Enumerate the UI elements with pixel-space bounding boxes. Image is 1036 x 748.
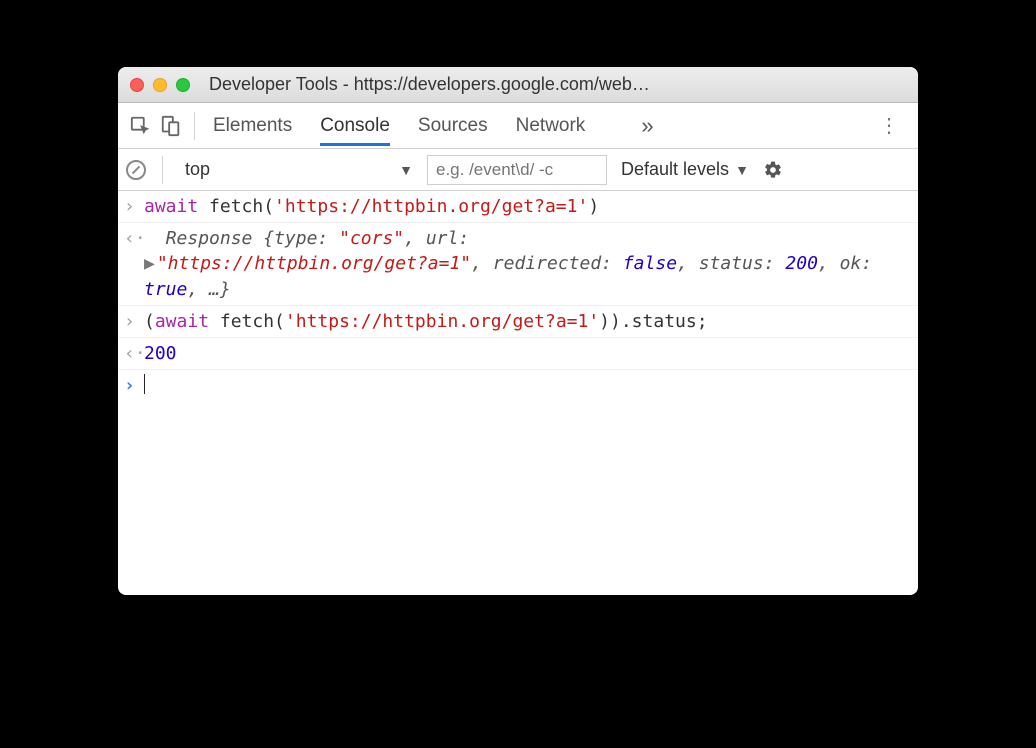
tab-list: Elements Console Sources Network » [203, 105, 654, 146]
titlebar[interactable]: Developer Tools - https://developers.goo… [118, 67, 918, 103]
console-code: await fetch('https://httpbin.org/get?a=1… [144, 194, 910, 219]
console-result[interactable]: Response {type: "cors", url:▶"https://ht… [144, 226, 910, 302]
console-toolbar: top ▼ Default levels ▼ [118, 149, 918, 191]
tab-sources[interactable]: Sources [418, 105, 488, 146]
output-chevron-icon: ‹· [124, 226, 144, 302]
window-title: Developer Tools - https://developers.goo… [209, 74, 906, 95]
tab-elements[interactable]: Elements [213, 105, 292, 146]
tab-network[interactable]: Network [516, 105, 586, 146]
clear-console-icon[interactable] [126, 160, 146, 180]
minimize-icon[interactable] [153, 78, 167, 92]
menu-icon[interactable]: ⋮ [869, 113, 910, 138]
inspect-icon[interactable] [126, 115, 156, 137]
chevron-down-icon: ▼ [735, 162, 749, 178]
tabbar: Elements Console Sources Network » ⋮ [118, 103, 918, 149]
close-icon[interactable] [130, 78, 144, 92]
context-label: top [185, 159, 210, 180]
devtools-window: Developer Tools - https://developers.goo… [118, 67, 918, 595]
chevron-down-icon: ▼ [399, 162, 413, 178]
console-prompt-row[interactable]: › [118, 370, 918, 401]
tab-console[interactable]: Console [320, 105, 390, 146]
console-result-row: ‹· 200 [118, 338, 918, 370]
separator [162, 156, 163, 184]
tabs-overflow-icon[interactable]: » [641, 113, 653, 139]
input-chevron-icon: › [124, 309, 144, 334]
separator [194, 112, 195, 140]
output-chevron-icon: ‹· [124, 341, 144, 366]
context-select[interactable]: top ▼ [179, 155, 419, 184]
input-chevron-icon: › [124, 194, 144, 219]
expand-icon[interactable]: ▶ [144, 253, 155, 274]
console-result: 200 [144, 341, 910, 366]
gear-icon[interactable] [763, 160, 783, 180]
levels-label: Default levels [621, 159, 729, 180]
zoom-icon[interactable] [176, 78, 190, 92]
log-levels-select[interactable]: Default levels ▼ [621, 159, 749, 180]
console-input-row: › (await fetch('https://httpbin.org/get?… [118, 306, 918, 338]
device-icon[interactable] [156, 115, 186, 137]
caret-icon [144, 374, 145, 394]
console-code: (await fetch('https://httpbin.org/get?a=… [144, 309, 910, 334]
filter-input[interactable] [427, 155, 607, 185]
console-input-row: › await fetch('https://httpbin.org/get?a… [118, 191, 918, 223]
console-prompt[interactable] [144, 373, 910, 398]
console-result-row: ‹· Response {type: "cors", url:▶"https:/… [118, 223, 918, 306]
console-output[interactable]: › await fetch('https://httpbin.org/get?a… [118, 191, 918, 595]
input-chevron-icon: › [124, 373, 144, 398]
